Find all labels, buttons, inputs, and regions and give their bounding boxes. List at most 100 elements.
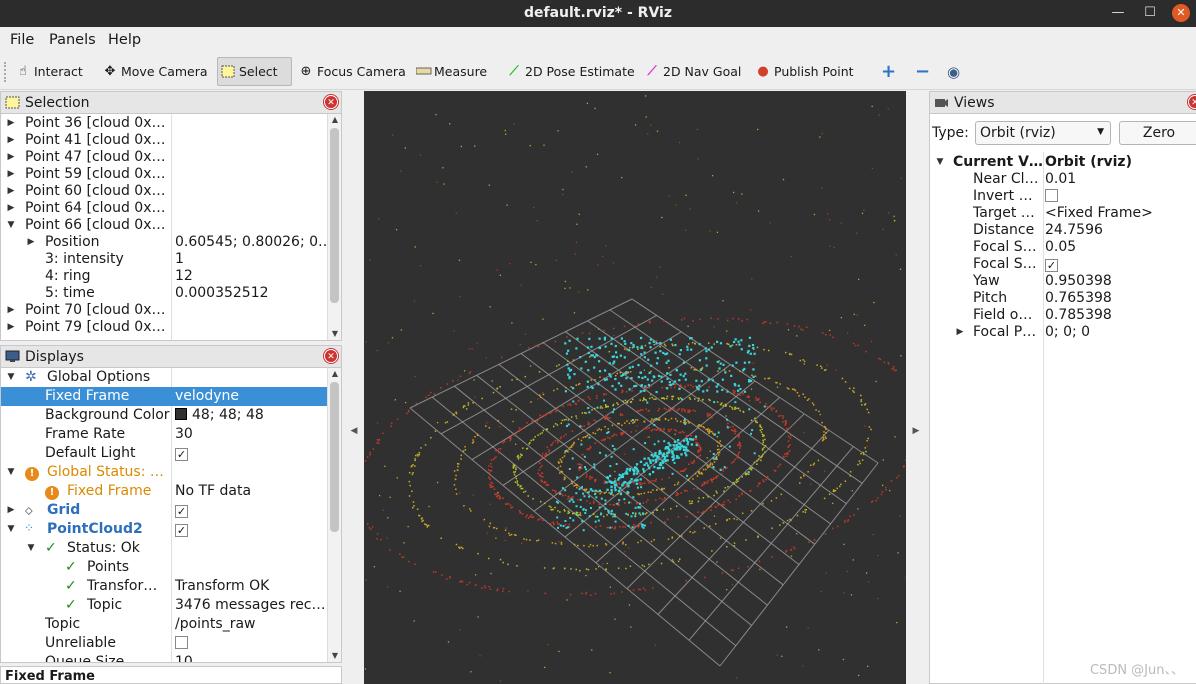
grid-enabled-checkbox[interactable]: ✓ xyxy=(175,505,188,518)
publish-point-tool-button[interactable]: ● Publish Point xyxy=(753,57,857,86)
view-property-value[interactable]: 0; 0; 0 xyxy=(1045,324,1090,340)
frame-rate-value[interactable]: 30 xyxy=(175,426,193,442)
right-splitter[interactable]: ▶ xyxy=(907,91,925,684)
expand-down-icon[interactable]: ▼ xyxy=(6,217,16,234)
topic-value[interactable]: /points_raw xyxy=(175,616,256,632)
selection-scrollbar[interactable]: ▲ ▼ xyxy=(327,114,341,340)
background-color-value-cell[interactable]: 48; 48; 48 xyxy=(175,407,264,423)
nav-goal-tool-button[interactable]: ⟋ 2D Nav Goal xyxy=(642,57,744,86)
status-points-row[interactable]: ✓ Points xyxy=(1,558,327,577)
expand-right-icon[interactable]: ▶ xyxy=(6,183,16,200)
scroll-down-icon[interactable]: ▼ xyxy=(328,328,342,340)
selection-close-icon[interactable]: ✕ xyxy=(324,95,338,109)
selection-scroll-thumb[interactable] xyxy=(330,128,339,303)
status-topic-row[interactable]: ✓ Topic 3476 messages rec… xyxy=(1,596,327,615)
queue-size-value[interactable]: 10 xyxy=(175,654,193,662)
expand-right-icon[interactable]: ▶ xyxy=(6,200,16,217)
views-panel: Views ✕ Type: Orbit (rviz) ▼ Zero ▼ Curr… xyxy=(929,91,1196,684)
scroll-up-icon[interactable]: ▲ xyxy=(328,114,342,126)
add-tool-button[interactable]: + xyxy=(878,57,899,86)
expand-right-icon[interactable]: ▶ xyxy=(6,319,16,336)
collapse-right-icon[interactable]: ▶ xyxy=(907,426,925,436)
view-property-value[interactable]: ✓ xyxy=(1045,256,1058,272)
view-property-value[interactable]: 0.765398 xyxy=(1045,290,1112,306)
views-close-icon[interactable]: ✕ xyxy=(1188,95,1196,109)
view-property-value[interactable]: 0.950398 xyxy=(1045,273,1112,289)
menu-panels[interactable]: Panels xyxy=(49,32,96,48)
collapse-left-icon[interactable]: ◀ xyxy=(345,426,363,436)
view-property-value[interactable]: 0.05 xyxy=(1045,239,1076,255)
view-property-label: Target … xyxy=(973,205,1035,221)
default-light-row[interactable]: Default Light ✓ xyxy=(1,444,327,463)
displays-close-icon[interactable]: ✕ xyxy=(324,349,338,363)
toolbar-grip[interactable] xyxy=(4,62,7,82)
expand-down-icon[interactable]: ▼ xyxy=(6,369,16,386)
expand-right-icon[interactable]: ▶ xyxy=(6,502,16,519)
view-property-value[interactable]: 0.01 xyxy=(1045,171,1076,187)
status-ok-row[interactable]: ▼ ✓ Status: Ok xyxy=(1,539,327,558)
unreliable-checkbox[interactable] xyxy=(175,636,188,649)
default-light-checkbox[interactable]: ✓ xyxy=(175,448,188,461)
scroll-down-icon[interactable]: ▼ xyxy=(328,650,342,662)
pointcloud2-row[interactable]: ▼ ⁘ PointCloud2 ✓ xyxy=(1,520,327,539)
menu-help[interactable]: Help xyxy=(108,32,141,48)
expand-right-icon[interactable]: ▶ xyxy=(26,234,36,251)
global-options-row[interactable]: ▼ ✲ Global Options xyxy=(1,368,327,387)
view-property-value[interactable]: <Fixed Frame> xyxy=(1045,205,1153,221)
remove-tool-button[interactable]: − xyxy=(912,57,933,86)
view-property-checkbox[interactable]: ✓ xyxy=(1045,259,1058,272)
render-viewport[interactable] xyxy=(364,91,906,684)
move-camera-label: Move Camera xyxy=(121,64,208,79)
maximize-button[interactable]: ☐ xyxy=(1140,3,1160,23)
view-property-label: Near Cl… xyxy=(973,171,1039,187)
measure-tool-button[interactable]: Measure xyxy=(413,57,490,86)
grid-display-row[interactable]: ▶ ⬦ Grid ✓ xyxy=(1,501,327,520)
view-type-select[interactable]: Orbit (rviz) ▼ xyxy=(975,121,1111,145)
interact-tool-button[interactable]: ☝ Interact xyxy=(13,57,86,86)
view-property-value[interactable] xyxy=(1045,188,1058,205)
pointcloud2-enabled-checkbox[interactable]: ✓ xyxy=(175,524,188,537)
fixed-frame-row[interactable]: Fixed Frame velodyne xyxy=(1,387,327,406)
fixed-frame-value[interactable]: velodyne xyxy=(175,388,239,404)
expand-down-icon[interactable]: ▼ xyxy=(6,521,16,538)
frame-rate-row[interactable]: Frame Rate 30 xyxy=(1,425,327,444)
expand-right-icon[interactable]: ▶ xyxy=(6,149,16,166)
menu-file[interactable]: File xyxy=(10,32,34,48)
view-property-row[interactable]: ▶ Focal P… 0; 0; 0 xyxy=(930,323,1196,342)
expand-right-icon[interactable]: ▶ xyxy=(955,324,965,341)
pose-estimate-tool-button[interactable]: ⟋ 2D Pose Estimate xyxy=(504,57,638,86)
background-color-row[interactable]: Background Color 48; 48; 48 xyxy=(1,406,327,425)
expand-down-icon[interactable]: ▼ xyxy=(935,154,945,171)
gs-fixed-frame-row[interactable]: ! Fixed Frame No TF data xyxy=(1,482,327,501)
left-splitter[interactable]: ◀ xyxy=(345,91,363,684)
topic-row[interactable]: Topic /points_raw xyxy=(1,615,327,634)
view-property-value[interactable]: 0.785398 xyxy=(1045,307,1112,323)
plus-icon: + xyxy=(881,61,897,82)
select-tool-button[interactable]: Select xyxy=(217,57,292,86)
zero-button[interactable]: Zero xyxy=(1119,121,1196,145)
expand-right-icon[interactable]: ▶ xyxy=(6,302,16,319)
view-type-label: Type: xyxy=(932,125,969,141)
status-transform-row[interactable]: ✓ Transfor… Transform OK xyxy=(1,577,327,596)
expand-right-icon[interactable]: ▶ xyxy=(6,166,16,183)
global-status-row[interactable]: ▼ ! Global Status: … xyxy=(1,463,327,482)
expand-down-icon[interactable]: ▼ xyxy=(6,464,16,481)
selection-row[interactable]: ▶ Point 79 [cloud 0x… xyxy=(1,318,327,337)
displays-scroll-thumb[interactable] xyxy=(330,382,339,532)
queue-size-row[interactable]: Queue Size 10 xyxy=(1,653,327,662)
unreliable-row[interactable]: Unreliable xyxy=(1,634,327,653)
selection-row-label: 4: ring xyxy=(45,268,91,284)
view-property-label: Focal P… xyxy=(973,324,1037,340)
close-window-button[interactable]: ✕ xyxy=(1172,4,1190,22)
minimize-button[interactable]: — xyxy=(1108,3,1128,23)
expand-right-icon[interactable]: ▶ xyxy=(6,132,16,149)
scroll-up-icon[interactable]: ▲ xyxy=(328,368,342,380)
tool-properties-button[interactable]: ◉ xyxy=(944,57,963,86)
move-camera-tool-button[interactable]: ✥ Move Camera xyxy=(100,57,211,86)
expand-right-icon[interactable]: ▶ xyxy=(6,115,16,132)
focus-camera-tool-button[interactable]: ⊕ Focus Camera xyxy=(296,57,409,86)
view-property-checkbox[interactable] xyxy=(1045,189,1058,202)
displays-scrollbar[interactable]: ▲ ▼ xyxy=(327,368,341,662)
view-property-value[interactable]: 24.7596 xyxy=(1045,222,1103,238)
expand-down-icon[interactable]: ▼ xyxy=(26,540,36,557)
